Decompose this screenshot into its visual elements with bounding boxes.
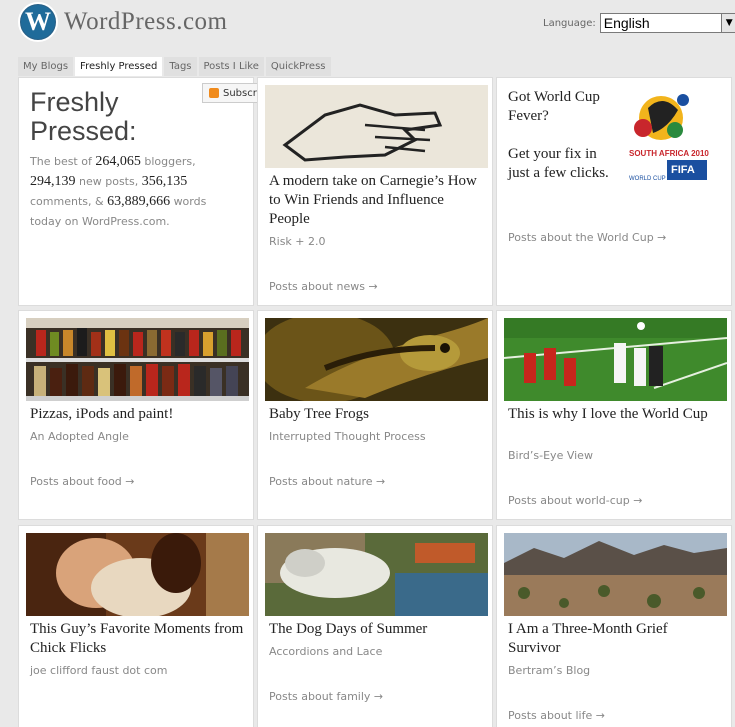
post-title[interactable]: Pizzas, iPods and paint! [30, 405, 245, 424]
post-blog-name[interactable]: Interrupted Thought Process [269, 430, 426, 443]
rss-icon [209, 88, 219, 98]
wordpress-wordmark: WordPress.com [64, 8, 228, 35]
dashboard-tabs: My Blogs Freshly Pressed Tags Posts I Li… [18, 57, 333, 76]
post-blog-name[interactable]: Risk + 2.0 [269, 235, 326, 248]
post-title[interactable]: This is why I love the World Cup [508, 405, 723, 424]
post-title[interactable]: The Dog Days of Summer [269, 620, 484, 639]
logo-worldcup: WORLD CUP [629, 176, 666, 182]
promo-link[interactable]: Posts about the World Cup → [508, 231, 666, 244]
bloggers-count: 264,065 [95, 154, 141, 169]
post-topic-link[interactable]: Posts about life → [508, 709, 605, 722]
post-title[interactable]: I Am a Three-Month Grief Survivor [508, 620, 723, 658]
tab-tags[interactable]: Tags [164, 57, 197, 76]
post-card[interactable]: I Am a Three-Month Grief Survivor Bertra… [496, 525, 732, 727]
post-thumbnail[interactable] [265, 85, 488, 168]
post-title[interactable]: Baby Tree Frogs [269, 405, 484, 424]
freshly-pressed-card: Freshly Pressed: Subscribe The best of 2… [18, 77, 275, 306]
post-card[interactable]: Baby Tree Frogs Interrupted Thought Proc… [257, 310, 493, 520]
post-blog-name[interactable]: Bird’s-Eye View [508, 449, 593, 462]
post-card[interactable]: The Dog Days of Summer Accordions and La… [257, 525, 493, 727]
language-select[interactable]: English ▼ [599, 13, 735, 33]
tab-freshly-pressed[interactable]: Freshly Pressed [75, 57, 163, 76]
post-topic-link[interactable]: Posts about family → [269, 690, 383, 703]
post-title[interactable]: A modern take on Carnegie’s How to Win F… [269, 172, 484, 229]
tab-my-blogs[interactable]: My Blogs [18, 57, 74, 76]
post-card[interactable]: A modern take on Carnegie’s How to Win F… [257, 77, 493, 306]
post-thumbnail[interactable] [26, 318, 249, 401]
post-blog-name[interactable]: An Adopted Angle [30, 430, 129, 443]
post-blog-name[interactable]: Bertram’s Blog [508, 664, 590, 677]
promo-text: Got World Cup Fever? Get your fix in jus… [508, 89, 609, 181]
logo-caption: SOUTH AFRICA 2010 [629, 149, 709, 158]
post-topic-link[interactable]: Posts about food → [30, 475, 135, 488]
new-posts-count: 294,139 [30, 174, 76, 189]
world-cup-promo-card[interactable]: Got World Cup Fever? Get your fix in jus… [496, 77, 732, 306]
site-stats: The best of 264,065 bloggers, 294,139 ne… [30, 154, 207, 228]
post-thumbnail[interactable] [504, 533, 727, 616]
tab-quickpress[interactable]: QuickPress [265, 57, 331, 76]
post-thumbnail[interactable] [504, 318, 727, 401]
language-label: Language: [543, 17, 596, 29]
post-card[interactable]: Pizzas, iPods and paint! An Adopted Angl… [18, 310, 254, 520]
logo-fifa: FIFA [671, 164, 695, 176]
post-thumbnail[interactable] [26, 533, 249, 616]
post-card[interactable]: This Guy’s Favorite Moments from Chick F… [18, 525, 254, 727]
comments-count: 356,135 [141, 174, 188, 189]
post-thumbnail[interactable] [265, 533, 488, 616]
wordpress-w-icon: W [18, 2, 58, 42]
post-topic-link[interactable]: Posts about world-cup → [508, 494, 642, 507]
post-thumbnail[interactable] [265, 318, 488, 401]
post-title[interactable]: This Guy’s Favorite Moments from Chick F… [30, 620, 250, 658]
tab-posts-i-like[interactable]: Posts I Like [198, 57, 264, 76]
post-topic-link[interactable]: Posts about nature → [269, 475, 385, 488]
wordpress-logo[interactable]: W WordPress.com [18, 2, 228, 42]
chevron-down-icon[interactable]: ▼ [720, 14, 735, 32]
page-title: Freshly Pressed: [30, 87, 137, 146]
language-picker: Language: English ▼ [543, 13, 735, 33]
fifa-world-cup-logo-icon: SOUTH AFRICA 2010 FIFA WORLD CUP [623, 88, 713, 188]
post-blog-name[interactable]: joe clifford faust dot com [30, 664, 167, 677]
post-card[interactable]: This is why I love the World Cup Bird’s-… [496, 310, 732, 520]
post-blog-name[interactable]: Accordions and Lace [269, 645, 382, 658]
post-topic-link[interactable]: Posts about news → [269, 280, 378, 293]
language-value: English [603, 15, 650, 31]
words-count: 63,889,666 [107, 194, 171, 209]
